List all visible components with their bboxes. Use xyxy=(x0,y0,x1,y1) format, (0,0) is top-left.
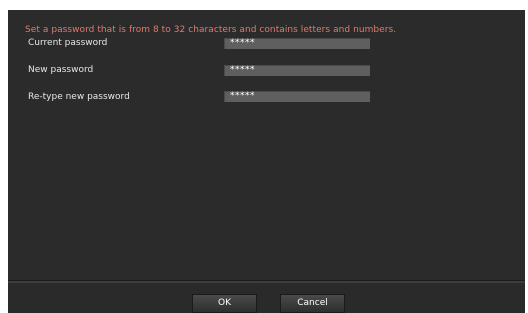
current-password-value: ***** xyxy=(230,38,255,48)
password-dialog: Set a password that is from 8 to 32 char… xyxy=(8,10,525,313)
retype-password-value: ***** xyxy=(230,91,255,101)
new-password-label: New password xyxy=(28,65,94,75)
dialog-footer: OK Cancel xyxy=(8,283,525,313)
password-requirement-notice: Set a password that is from 8 to 32 char… xyxy=(25,25,397,35)
new-password-field[interactable]: ***** xyxy=(224,65,370,76)
current-password-field[interactable]: ***** xyxy=(224,38,370,49)
ok-button[interactable]: OK xyxy=(192,294,257,313)
current-password-label: Current password xyxy=(28,38,108,48)
dialog-content: Set a password that is from 8 to 32 char… xyxy=(8,10,525,280)
cancel-button[interactable]: Cancel xyxy=(280,294,345,313)
retype-password-label: Re-type new password xyxy=(28,92,130,102)
retype-password-field[interactable]: ***** xyxy=(224,91,370,102)
new-password-value: ***** xyxy=(230,65,255,75)
